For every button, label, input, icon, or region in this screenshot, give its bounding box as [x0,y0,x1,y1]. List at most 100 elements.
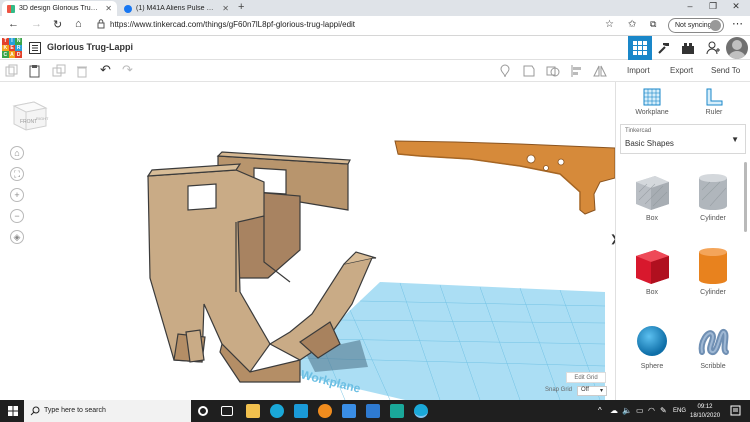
send-to-button[interactable]: Send To [711,66,740,75]
favorites-icon[interactable]: ✩ [628,19,636,30]
user-avatar[interactable] [726,37,748,59]
tray-chevron-icon[interactable]: ^ [598,406,602,415]
shape-label: Box [645,215,659,222]
taskbar-search-input[interactable]: Type here to search [24,400,191,422]
shape-box-red[interactable]: Box [622,246,682,296]
delete-icon[interactable] [75,64,89,78]
design-list-icon[interactable] [29,42,41,54]
shape-cylinder-orange[interactable]: Cylinder [683,246,743,296]
grid-icon [633,41,647,55]
paste-icon[interactable] [28,64,42,78]
address-bar: ← → ↻ ⌂ https://www.tinkercad.com/things… [0,16,750,36]
snap-grid-select[interactable]: Off ▾ [577,386,607,396]
home-icon[interactable]: ⌂ [75,18,82,30]
file-explorer-icon[interactable] [246,404,260,418]
note-icon[interactable] [498,64,512,78]
tinkercad-logo[interactable]: T I N K E R C A D [2,38,22,58]
edge-icon[interactable] [270,404,284,418]
app-l-icon[interactable] [294,404,308,418]
sync-status-button[interactable]: Not syncing [668,18,724,33]
box-icon [636,250,669,284]
mail-icon[interactable] [342,404,356,418]
tab-tinkercad[interactable]: 3D design Glorious Trug-Lappi | ✕ [2,1,117,16]
workplane-tool[interactable]: Workplane [622,88,682,116]
edge-active-icon[interactable] [414,404,428,418]
collections-icon[interactable]: ⧉ [650,19,656,30]
library-name: Basic Shapes [625,139,674,148]
cube-front-label: FRONT [20,119,37,125]
cortana-icon[interactable] [198,406,208,416]
shape-library-select[interactable]: Tinkercad Basic Shapes ▼ [620,124,746,154]
copy-icon[interactable] [5,64,19,78]
import-button[interactable]: Import [627,66,650,75]
shape-cylinder-grey[interactable]: Cylinder [683,172,743,222]
duplicate-icon[interactable] [52,64,66,78]
search-placeholder: Type here to search [44,407,106,414]
shape-sphere[interactable]: Sphere [622,322,682,370]
volume-icon[interactable]: 🔈 [622,406,632,415]
close-tab-icon[interactable]: ✕ [222,4,229,13]
refresh-icon[interactable]: ↻ [53,18,62,31]
logo-letter: E [8,44,16,52]
more-icon[interactable]: ⋯ [732,17,743,30]
store-icon[interactable] [366,404,380,418]
view-cube[interactable]: FRONT RIGHT [10,96,50,134]
home-view-icon[interactable]: ⌂ [10,146,24,160]
firefox-icon[interactable] [318,404,332,418]
forward-icon[interactable]: → [31,18,42,30]
shape-scribble[interactable]: Scribble [683,322,743,370]
edit-grid-button[interactable]: Edit Grid [566,372,606,383]
onedrive-icon[interactable]: ☁ [610,406,618,415]
zoom-out-icon[interactable]: − [10,209,24,223]
logo-letter: A [8,51,16,58]
sync-label: Not syncing [675,22,712,29]
chevron-down-icon: ▼ [731,135,739,144]
ruler-icon [706,88,723,106]
rifle-part-model[interactable] [394,140,615,215]
task-view-icon[interactable] [221,406,233,416]
windows-start-icon[interactable] [8,406,18,416]
app-c-icon[interactable] [390,404,404,418]
close-window-icon[interactable]: ✕ [726,1,746,12]
network-icon[interactable]: ▭ [636,406,644,415]
favorite-star-icon[interactable]: ☆ [605,19,614,30]
3d-workspace[interactable]: Workplane FRONT RIGHT ⌂ ⛶ + − ◈ Edit Gri… [0,82,615,400]
shape-label: Cylinder [700,215,726,222]
tab-facebook[interactable]: (1) M41A Aliens Pulse Rifle Kit | ✕ [119,1,234,16]
align-icon[interactable] [570,64,584,78]
design-title[interactable]: Glorious Trug-Lappi [47,42,133,52]
perspective-icon[interactable]: ◈ [10,230,24,244]
codeblocks-icon[interactable] [681,41,695,55]
notification-icon[interactable] [730,405,741,416]
scene-canvas[interactable]: Workplane [0,82,615,400]
show-all-icon[interactable] [522,64,536,78]
browser-tab-strip: 3D design Glorious Trug-Lappi | ✕ (1) M4… [0,0,750,16]
wifi-icon[interactable]: ◠ [648,406,655,415]
fit-view-icon[interactable]: ⛶ [10,167,24,181]
export-button[interactable]: Export [670,66,693,75]
new-tab-icon[interactable]: + [238,1,244,13]
shapes-panel: Workplane Ruler Tinkercad Basic Shapes ▼… [615,82,750,400]
ruler-tool[interactable]: Ruler [684,88,744,116]
panel-scrollbar[interactable] [744,162,747,232]
undo-icon[interactable]: ↶ [100,62,111,78]
mirror-icon[interactable] [593,64,607,78]
back-icon[interactable]: ← [8,18,19,30]
taskbar-clock[interactable]: 09:12 18/10/2020 [690,403,720,421]
tab-title: (1) M41A Aliens Pulse Rifle Kit | [136,5,218,12]
minimize-icon[interactable]: – [680,1,700,11]
profile-avatar [710,20,721,31]
restore-icon[interactable]: ❐ [703,1,723,12]
shape-box-grey[interactable]: Box [622,172,682,222]
pen-icon[interactable]: ✎ [660,406,667,415]
close-tab-icon[interactable]: ✕ [105,4,112,13]
hammer-icon[interactable] [657,41,671,55]
zoom-in-icon[interactable]: + [10,188,24,202]
redo-icon[interactable]: ↷ [122,62,133,78]
cylinder-icon [699,248,727,284]
add-user-icon[interactable] [706,41,720,55]
group-icon[interactable] [546,64,560,78]
url-input[interactable]: https://www.tinkercad.com/things/gF60n7l… [110,20,355,29]
language-indicator[interactable]: ENG [673,408,686,414]
3d-view-button[interactable] [628,36,652,60]
